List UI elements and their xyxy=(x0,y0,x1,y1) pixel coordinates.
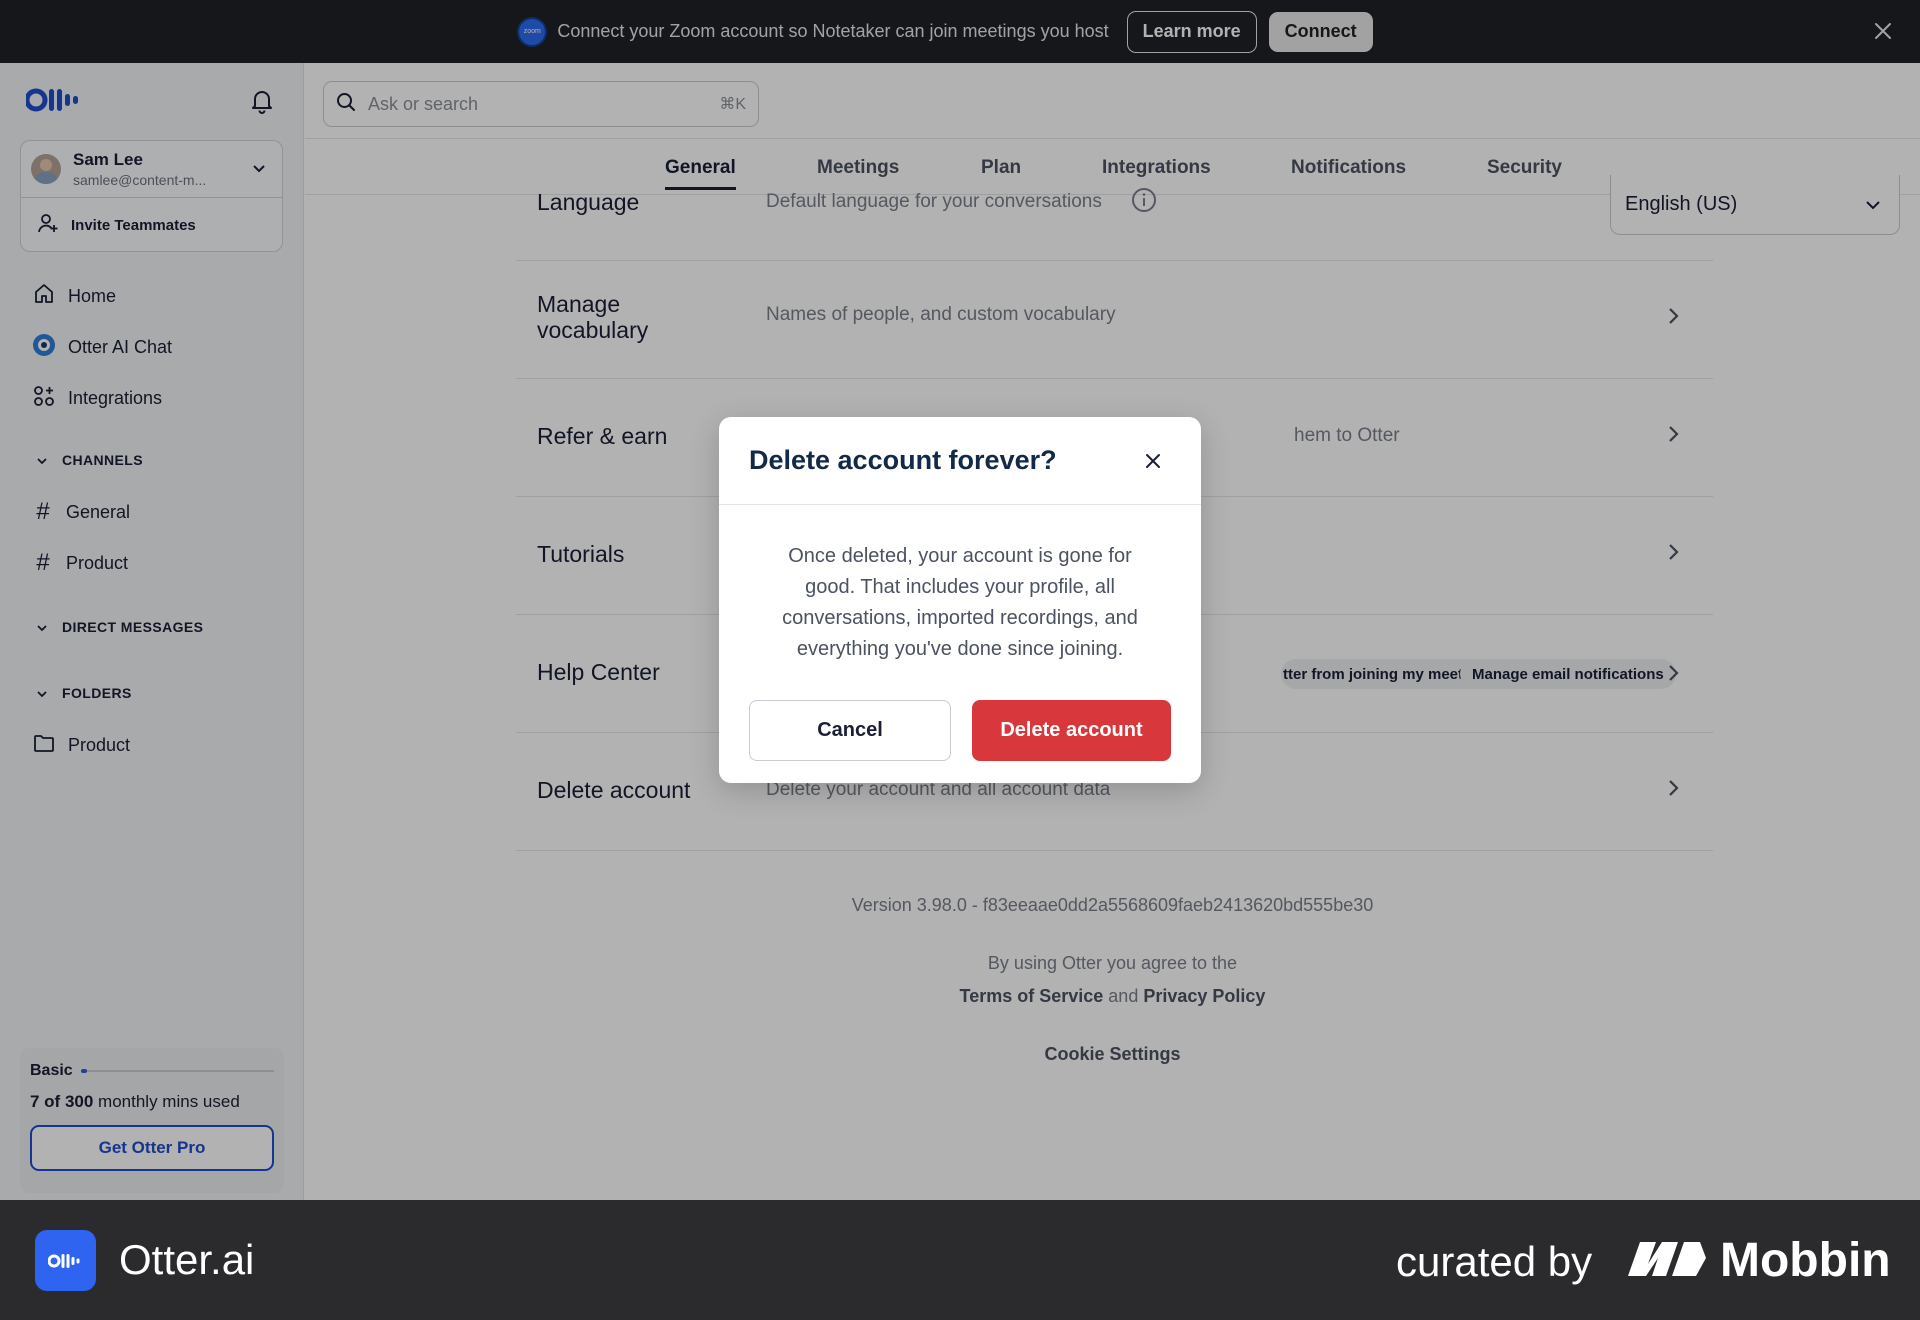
cancel-button[interactable]: Cancel xyxy=(749,700,951,761)
dialog-title: Delete account forever? xyxy=(749,445,1057,475)
close-icon[interactable] xyxy=(1143,451,1163,471)
curated-by-text: curated by xyxy=(1396,1238,1593,1285)
brand-bar: Otter.ai curated by Mobbin xyxy=(0,1200,1920,1320)
mobbin-wordmark: Mobbin xyxy=(1720,1234,1891,1287)
dialog-body: Once deleted, your account is gone for g… xyxy=(782,545,1138,660)
delete-account-dialog: Delete account forever? Once deleted, yo… xyxy=(719,417,1201,783)
delete-account-button[interactable]: Delete account xyxy=(972,700,1171,761)
app-name: Otter.ai xyxy=(119,1236,255,1283)
mobbin-mark-icon xyxy=(1626,1238,1708,1283)
otter-app-icon xyxy=(35,1230,96,1291)
mobbin-logo: Mobbin xyxy=(1626,1233,1891,1288)
